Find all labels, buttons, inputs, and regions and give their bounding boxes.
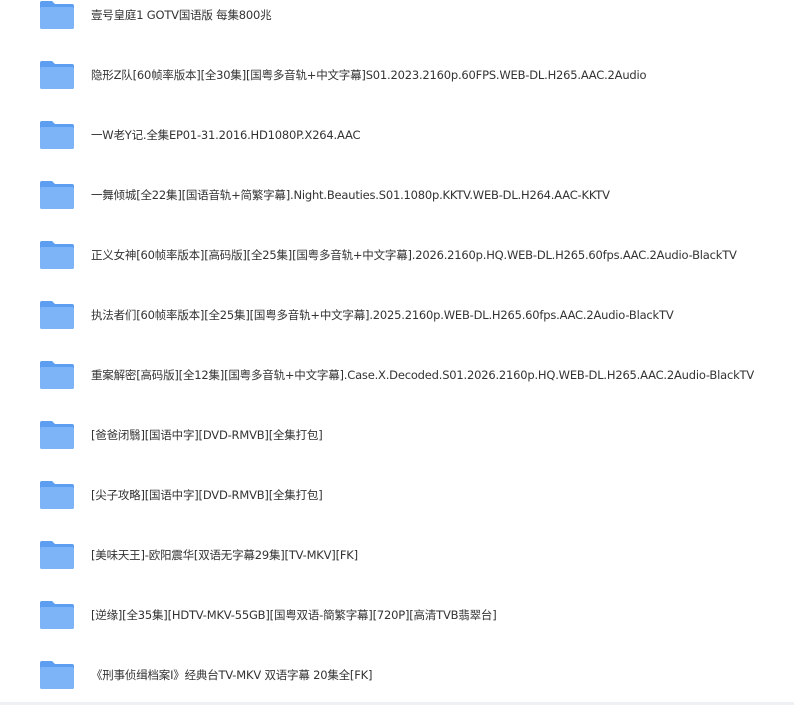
folder-icon (38, 299, 76, 331)
folder-name[interactable]: 执法者们[60帧率版本][全25集][国粤多音轨+中文字幕].2025.2160… (91, 307, 674, 323)
folder-icon (38, 539, 76, 571)
folder-icon (38, 659, 76, 691)
folder-name[interactable]: 《刑事侦缉档案I》经典台TV-MKV 双语字幕 20集全[FK] (91, 667, 372, 683)
folder-name[interactable]: [爸爸闭翳][国语中字][DVD-RMVB][全集打包] (91, 427, 323, 443)
folder-icon (38, 239, 76, 271)
folder-name[interactable]: 重案解密[高码版][全12集][国粤多音轨+中文字幕].Case.X.Decod… (91, 367, 754, 383)
folder-icon (38, 599, 76, 631)
folder-name[interactable]: [逆缘][全35集][HDTV-MKV-55GB][国粤双语-簡繁字幕][720… (91, 607, 497, 623)
folder-name[interactable]: 正义女神[60帧率版本][高码版][全25集][国粤多音轨+中文字幕].2026… (91, 247, 737, 263)
folder-name[interactable]: 一舞倾城[全22集][国语音轨+简繁字幕].Night.Beauties.S01… (91, 187, 610, 203)
folder-row[interactable]: 壹号皇庭1 GOTV国语版 每集800兆 (0, 0, 794, 45)
folder-row[interactable]: 隐形Z队[60帧率版本][全30集][国粤多音轨+中文字幕]S01.2023.2… (0, 45, 794, 105)
folder-icon (38, 0, 76, 31)
folder-name[interactable]: [尖子攻略][国语中字][DVD-RMVB][全集打包] (91, 487, 323, 503)
folder-icon (38, 479, 76, 511)
folder-name[interactable]: 一W老Y记.全集EP01-31.2016.HD1080P.X264.AAC (91, 127, 360, 143)
folder-name[interactable]: 壹号皇庭1 GOTV国语版 每集800兆 (91, 7, 272, 23)
folder-row[interactable]: 一W老Y记.全集EP01-31.2016.HD1080P.X264.AAC (0, 105, 794, 165)
folder-row[interactable]: 执法者们[60帧率版本][全25集][国粤多音轨+中文字幕].2025.2160… (0, 285, 794, 345)
folder-name[interactable]: 隐形Z队[60帧率版本][全30集][国粤多音轨+中文字幕]S01.2023.2… (91, 67, 647, 83)
folder-icon (38, 419, 76, 451)
folder-icon (38, 59, 76, 91)
folder-icon (38, 179, 76, 211)
folder-row[interactable]: [逆缘][全35集][HDTV-MKV-55GB][国粤双语-簡繁字幕][720… (0, 585, 794, 645)
folder-row[interactable]: 一舞倾城[全22集][国语音轨+简繁字幕].Night.Beauties.S01… (0, 165, 794, 225)
folder-row[interactable]: 《刑事侦缉档案I》经典台TV-MKV 双语字幕 20集全[FK] (0, 645, 794, 705)
folder-icon (38, 359, 76, 391)
folder-row[interactable]: [美味天王]-欧阳震华[双语无字幕29集][TV-MKV][FK] (0, 525, 794, 585)
file-list: 壹号皇庭1 GOTV国语版 每集800兆 隐形Z队[60帧率版本][全30集][… (0, 0, 794, 705)
folder-row[interactable]: [尖子攻略][国语中字][DVD-RMVB][全集打包] (0, 465, 794, 525)
folder-name[interactable]: [美味天王]-欧阳震华[双语无字幕29集][TV-MKV][FK] (91, 547, 358, 563)
folder-row[interactable]: 正义女神[60帧率版本][高码版][全25集][国粤多音轨+中文字幕].2026… (0, 225, 794, 285)
folder-row[interactable]: [爸爸闭翳][国语中字][DVD-RMVB][全集打包] (0, 405, 794, 465)
folder-row[interactable]: 重案解密[高码版][全12集][国粤多音轨+中文字幕].Case.X.Decod… (0, 345, 794, 405)
folder-icon (38, 119, 76, 151)
